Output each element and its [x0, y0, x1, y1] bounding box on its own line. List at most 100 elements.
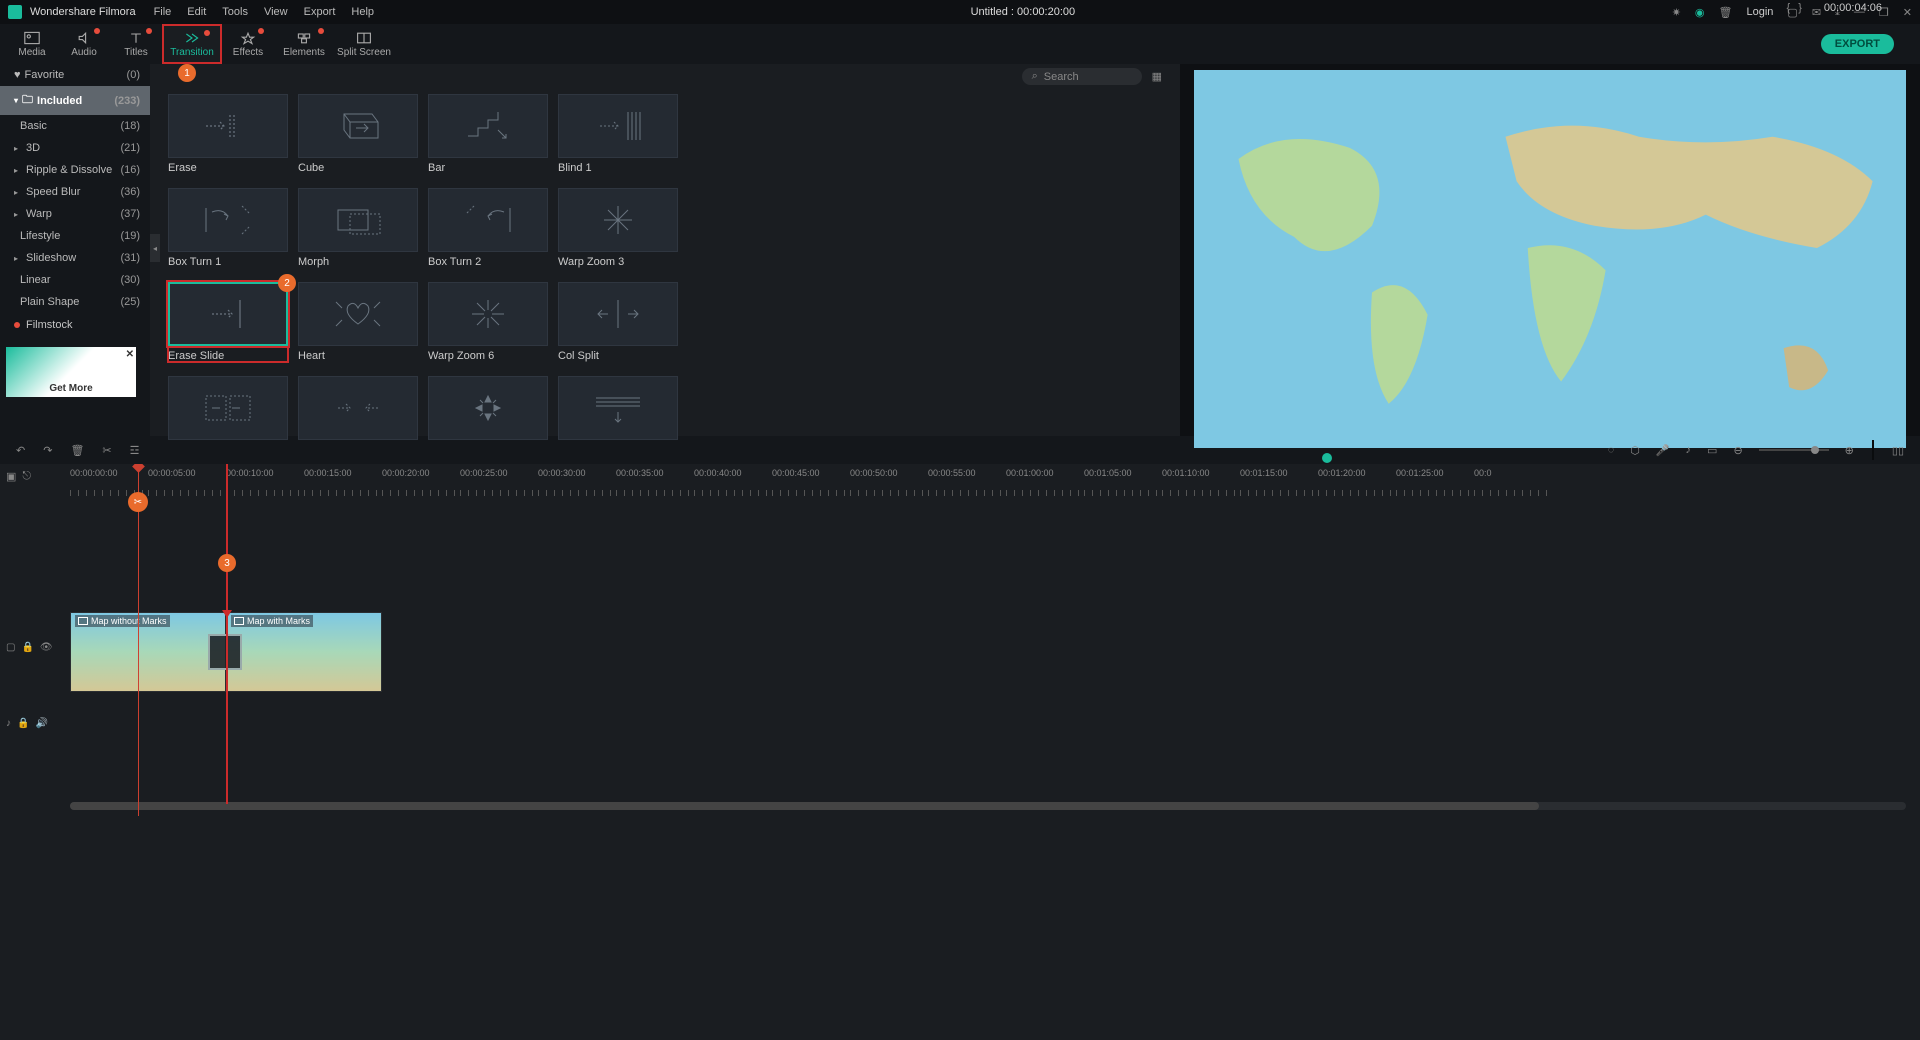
transition-warpzoom6[interactable]: Warp Zoom 6 [428, 282, 548, 362]
timeline-scrollbar[interactable] [70, 802, 1906, 810]
transition-heart[interactable]: Heart [298, 282, 418, 362]
transition-row4-1[interactable] [168, 376, 288, 444]
sidebar-item-ripple[interactable]: ▸Ripple & Dissolve(16) [0, 159, 150, 181]
music-icon[interactable]: ♪ [1686, 444, 1692, 456]
zoom-knob-icon[interactable] [1811, 446, 1819, 454]
timeline-zoom-slider[interactable] [1759, 449, 1829, 451]
annotation-marker-3: 3 [218, 554, 236, 572]
track-lock-icon[interactable]: 🔒 [17, 718, 29, 729]
tab-media[interactable]: Media [6, 24, 58, 64]
mark-in-icon[interactable]: { [1787, 2, 1791, 14]
zoom-in-icon[interactable]: ⊕ [1845, 444, 1854, 457]
transition-morph[interactable]: Morph [298, 188, 418, 268]
module-tabs: Media Audio Titles Transition Effects El… [0, 24, 1920, 64]
delete-icon[interactable]: 🗑 [1719, 6, 1733, 19]
playhead-scissor-icon[interactable]: ✂ [128, 492, 148, 512]
sidebar-item-basic[interactable]: Basic(18) [0, 115, 150, 137]
subtitle-icon[interactable]: ▭ [1707, 444, 1717, 457]
transition-boxturn1[interactable]: Box Turn 1 [168, 188, 288, 268]
transition-bar[interactable]: Bar [428, 94, 548, 174]
adjust-icon[interactable]: ☲ [130, 444, 140, 457]
app-logo-icon [8, 5, 22, 19]
chevron-right-icon: ▸ [14, 144, 18, 153]
clip-map-with-marks[interactable]: Map with Marks [226, 612, 382, 692]
track-lock-icon[interactable]: 🔒 [21, 642, 33, 653]
sidebar-item-3d[interactable]: ▸3D(21) [0, 137, 150, 159]
menu-file[interactable]: File [154, 6, 172, 18]
menu-tools[interactable]: Tools [222, 6, 248, 18]
marker-icon[interactable]: ⬡ [1630, 444, 1640, 457]
new-dot-icon [258, 28, 264, 34]
clip-map-no-marks[interactable]: Map without Marks [70, 612, 226, 692]
grid-view-icon[interactable]: ▦ [1152, 70, 1162, 83]
chevron-right-icon: ▸ [14, 188, 18, 197]
tab-effects[interactable]: Effects [222, 24, 274, 64]
collapse-sidebar-icon[interactable]: ◂ [150, 234, 160, 262]
track-mute-icon[interactable]: ▢ [6, 642, 15, 653]
track-mute-icon[interactable]: 🔊 [35, 718, 47, 729]
sidebar-item-plainshape[interactable]: Plain Shape(25) [0, 291, 150, 313]
lightbulb-icon[interactable]: ✷ [1672, 6, 1681, 19]
new-dot-icon [318, 28, 324, 34]
menu-help[interactable]: Help [351, 6, 374, 18]
transition-eraseslide[interactable]: 2Erase Slide [168, 282, 288, 362]
sidebar-item-linear[interactable]: Linear(30) [0, 269, 150, 291]
playhead[interactable]: ✂ [138, 464, 139, 816]
close-icon[interactable]: ✕ [1903, 6, 1912, 19]
sidebar-filmstock[interactable]: Filmstock [0, 313, 150, 337]
export-button[interactable]: EXPORT [1821, 34, 1894, 54]
transition-row4-4[interactable] [558, 376, 678, 444]
menu-view[interactable]: View [264, 6, 288, 18]
timeline: ▣ ⎋ 00:00:00:00 00:00:05:00 00:00:10:00 0… [0, 464, 1920, 816]
zoom-out-icon[interactable]: ⊖ [1733, 444, 1742, 457]
login-button[interactable]: Login [1746, 6, 1773, 18]
undo-icon[interactable]: ↶ [16, 444, 25, 457]
preview-video[interactable] [1194, 70, 1906, 448]
voiceover-icon[interactable]: 🎤 [1656, 444, 1670, 457]
applied-transition[interactable] [208, 634, 242, 670]
tab-titles[interactable]: Titles [110, 24, 162, 64]
transition-row4-3[interactable] [428, 376, 548, 444]
delete-clip-icon[interactable]: 🗑 [70, 444, 84, 457]
image-icon [234, 617, 244, 625]
divider [1872, 440, 1874, 460]
sidebar-item-warp[interactable]: ▸Warp(37) [0, 203, 150, 225]
transition-row4-2[interactable] [298, 376, 418, 444]
transition-warpzoom3[interactable]: Warp Zoom 3 [558, 188, 678, 268]
tab-split-screen[interactable]: Split Screen [334, 24, 394, 64]
tab-transition[interactable]: Transition [162, 24, 222, 64]
scrollbar-thumb[interactable] [70, 802, 1539, 810]
mixer-icon[interactable]: ▯▯ [1892, 444, 1904, 457]
transition-colsplit[interactable]: Col Split [558, 282, 678, 362]
menu-export[interactable]: Export [304, 6, 336, 18]
redo-icon[interactable]: ↷ [43, 444, 52, 457]
menu-edit[interactable]: Edit [187, 6, 206, 18]
transition-cube[interactable]: Cube [298, 94, 418, 174]
search-input[interactable]: ⌕Search [1022, 68, 1142, 85]
audio-track-icon[interactable]: ♪ [6, 718, 11, 729]
split-icon[interactable]: ✂ [102, 444, 111, 457]
video-track[interactable]: ▢ 🔒 👁 Map without Marks Map with Marks [0, 612, 1920, 692]
new-dot-icon [204, 30, 210, 36]
support-icon[interactable]: ◉ [1695, 6, 1705, 19]
mark-out-icon[interactable]: } [1798, 2, 1802, 14]
tab-audio[interactable]: Audio [58, 24, 110, 64]
sidebar-item-speedblur[interactable]: ▸Speed Blur(36) [0, 181, 150, 203]
sidebar-favorite[interactable]: ♥ Favorite(0) [0, 64, 150, 86]
sidebar-item-slideshow[interactable]: ▸Slideshow(31) [0, 247, 150, 269]
project-title: Untitled : 00:00:20:00 [374, 6, 1672, 18]
transition-blind1[interactable]: Blind 1 [558, 94, 678, 174]
close-promo-icon[interactable]: ✕ [126, 349, 134, 360]
magnet-icon[interactable]: ⎋ [22, 470, 31, 483]
render-icon[interactable]: ◌ [1608, 444, 1615, 456]
audio-track[interactable]: ♪ 🔒 🔊 [0, 712, 1920, 740]
transition-boxturn2[interactable]: Box Turn 2 [428, 188, 548, 268]
transition-erase[interactable]: Erase [168, 94, 288, 174]
track-visible-icon[interactable]: 👁 [40, 642, 53, 653]
promo-banner[interactable]: ✕Get More [6, 347, 136, 397]
timeline-ruler[interactable]: 00:00:00:00 00:00:05:00 00:00:10:00 00:0… [70, 464, 1920, 496]
sidebar-included[interactable]: ▾ 🗀 Included(233) [0, 86, 150, 115]
tab-elements[interactable]: Elements [274, 24, 334, 64]
sidebar-item-lifestyle[interactable]: Lifestyle(19) [0, 225, 150, 247]
timeline-mode-icon[interactable]: ▣ [6, 470, 16, 483]
